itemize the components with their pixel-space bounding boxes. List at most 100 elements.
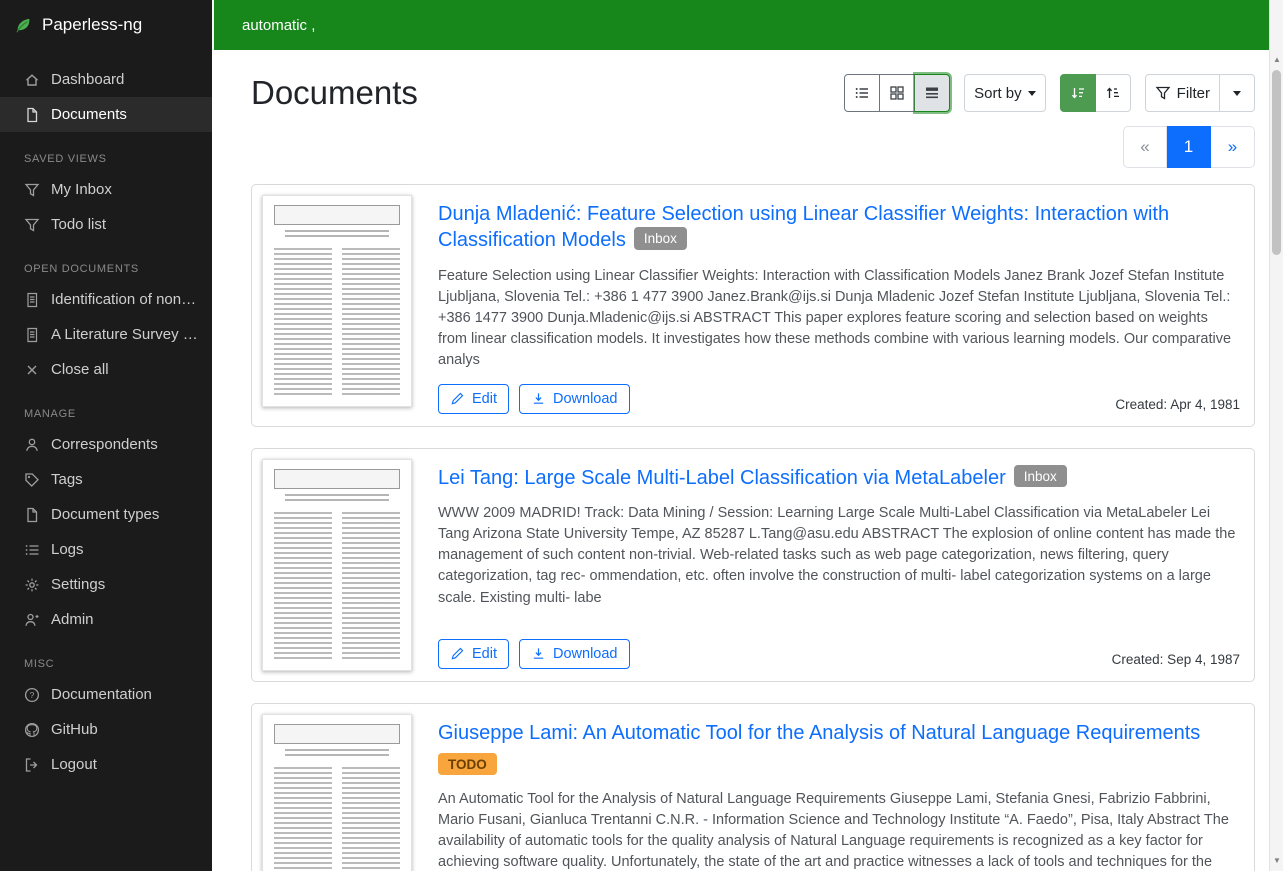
list-view-icon — [854, 85, 870, 101]
document-excerpt: WWW 2009 MADRID! Track: Data Mining / Se… — [438, 503, 1240, 609]
logout-icon — [24, 757, 40, 773]
sidebar-item-dashboard[interactable]: Dashboard — [0, 62, 212, 97]
tag-badge-todo[interactable]: TODO — [438, 753, 497, 776]
scroll-down-arrow[interactable]: ▼ — [1270, 853, 1283, 869]
grid-view-icon — [889, 85, 905, 101]
pagination-next[interactable]: » — [1211, 126, 1255, 168]
sidebar-open-doc-1[interactable]: Identification of non-fu... — [0, 282, 212, 317]
download-button[interactable]: Download — [519, 639, 630, 669]
admin-icon — [24, 612, 40, 628]
sidebar-item-documentation[interactable]: ? Documentation — [0, 677, 212, 712]
sidebar-item-label: Todo list — [51, 216, 106, 233]
thumbnail-text-column — [342, 512, 400, 662]
sidebar-item-document-types[interactable]: Document types — [0, 497, 212, 532]
funnel-icon — [24, 217, 40, 233]
sidebar-item-todo-list[interactable]: Todo list — [0, 207, 212, 242]
view-list-button[interactable] — [844, 74, 880, 112]
document-thumbnail[interactable] — [262, 195, 412, 407]
thumbnail-text-column — [342, 767, 400, 871]
sort-by-button[interactable]: Sort by — [964, 74, 1046, 112]
thumbnail-subtitle-lines — [285, 749, 389, 759]
thumbnail-title-block — [274, 724, 400, 744]
close-icon — [24, 362, 40, 378]
thumbnail-title-block — [274, 469, 400, 489]
documents-page: Documents Sort by — [212, 50, 1269, 871]
document-card: Dunja Mladenić: Feature Selection using … — [251, 184, 1255, 427]
view-details-button[interactable] — [915, 74, 950, 112]
view-grid-button[interactable] — [880, 74, 915, 112]
sidebar-close-all[interactable]: Close all — [0, 352, 212, 387]
sidebar-item-label: GitHub — [51, 721, 98, 738]
sidebar-item-settings[interactable]: Settings — [0, 567, 212, 602]
filter-group: Filter — [1145, 74, 1255, 112]
document-title-link[interactable]: Lei Tang: Large Scale Multi-Label Classi… — [438, 467, 1006, 489]
question-icon: ? — [24, 687, 40, 703]
sidebar-item-logs[interactable]: Logs — [0, 532, 212, 567]
thumbnail-text-column — [274, 767, 332, 871]
saved-views-header: SAVED VIEWS — [0, 132, 212, 172]
top-navbar: Paperless-ng — [0, 0, 1269, 50]
edit-label: Edit — [472, 646, 497, 662]
sidebar-item-label: Logout — [51, 756, 97, 773]
svg-text:?: ? — [30, 690, 35, 700]
created-date: Created: Apr 4, 1981 — [1115, 397, 1240, 414]
sidebar-item-tags[interactable]: Tags — [0, 462, 212, 497]
sidebar-item-admin[interactable]: Admin — [0, 602, 212, 637]
edit-label: Edit — [472, 391, 497, 407]
document-excerpt: An Automatic Tool for the Analysis of Na… — [438, 789, 1240, 871]
tag-icon — [24, 472, 40, 488]
chevron-down-icon — [1233, 91, 1241, 96]
download-icon — [531, 391, 546, 406]
download-button[interactable]: Download — [519, 384, 630, 414]
app-brand[interactable]: Paperless-ng — [0, 0, 212, 50]
scrollbar[interactable]: ▲ ▼ — [1269, 0, 1283, 871]
document-excerpt: Feature Selection using Linear Classifie… — [438, 266, 1240, 372]
edit-button[interactable]: Edit — [438, 384, 509, 414]
file-icon — [24, 507, 40, 523]
created-date: Created: Sep 4, 1987 — [1112, 652, 1240, 669]
document-title-link[interactable]: Dunja Mladenić: Feature Selection using … — [438, 203, 1169, 251]
sidebar-item-github[interactable]: GitHub — [0, 712, 212, 747]
scroll-up-arrow[interactable]: ▲ — [1270, 52, 1283, 68]
document-thumbnail[interactable] — [262, 714, 412, 871]
page-title: Documents — [251, 74, 418, 112]
global-search-input[interactable] — [214, 0, 1269, 50]
filter-caret-button[interactable] — [1220, 74, 1255, 112]
sidebar-item-label: Correspondents — [51, 436, 158, 453]
sort-descending-icon — [1070, 85, 1086, 101]
download-label: Download — [553, 391, 618, 407]
download-icon — [531, 646, 546, 661]
sidebar-item-logout[interactable]: Logout — [0, 747, 212, 782]
sort-reverse-button[interactable] — [1060, 74, 1096, 112]
edit-button[interactable]: Edit — [438, 639, 509, 669]
sort-alpha-icon — [1105, 85, 1121, 101]
sidebar-item-label: My Inbox — [51, 181, 112, 198]
filter-label: Filter — [1177, 85, 1210, 102]
sidebar-item-label: Document types — [51, 506, 159, 523]
pencil-icon — [450, 391, 465, 406]
document-title-link[interactable]: Giuseppe Lami: An Automatic Tool for the… — [438, 722, 1200, 744]
tag-badge-inbox[interactable]: Inbox — [634, 227, 687, 250]
file-text-icon — [24, 292, 40, 308]
sidebar-item-documents[interactable]: Documents — [0, 97, 212, 132]
sidebar-item-label: Documentation — [51, 686, 152, 703]
sidebar-item-correspondents[interactable]: Correspondents — [0, 427, 212, 462]
manage-header: MANAGE — [0, 387, 212, 427]
sidebar-item-label: Logs — [51, 541, 84, 558]
sort-alpha-button[interactable] — [1096, 74, 1131, 112]
chevron-down-icon — [1028, 91, 1036, 96]
filter-button[interactable]: Filter — [1145, 74, 1220, 112]
pagination-prev[interactable]: « — [1123, 126, 1167, 168]
sidebar-item-label: Tags — [51, 471, 83, 488]
list-icon — [24, 542, 40, 558]
sidebar-item-my-inbox[interactable]: My Inbox — [0, 172, 212, 207]
scrollbar-thumb[interactable] — [1272, 70, 1281, 255]
sidebar-open-doc-2[interactable]: A Literature Survey on ... — [0, 317, 212, 352]
document-thumbnail[interactable] — [262, 459, 412, 671]
thumbnail-text-column — [342, 248, 400, 398]
tag-badge-inbox[interactable]: Inbox — [1014, 465, 1067, 488]
pagination-page-1[interactable]: 1 — [1167, 126, 1211, 168]
open-doc-label: Identification of non-fu... — [51, 291, 198, 308]
sidebar-item-label: Settings — [51, 576, 105, 593]
download-label: Download — [553, 646, 618, 662]
